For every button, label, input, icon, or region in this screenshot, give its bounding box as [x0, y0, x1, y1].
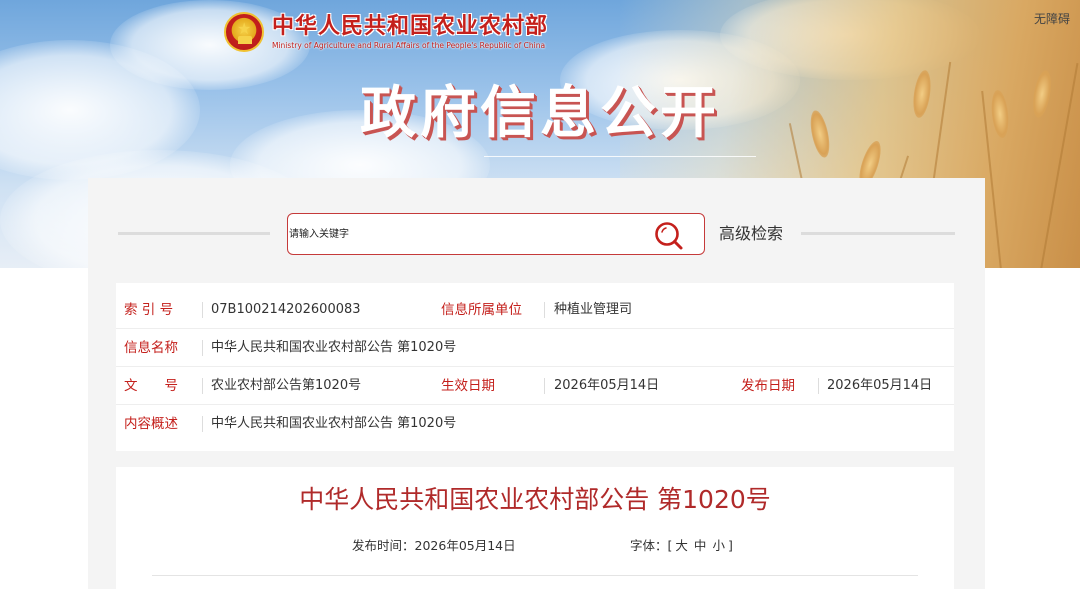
site-logo[interactable]: ★ 中华人民共和国农业农村部 Ministry of Agriculture a…	[224, 12, 548, 52]
content-summary-value: 中华人民共和国农业农村部公告 第1020号	[211, 416, 457, 431]
font-size-medium[interactable]: 中	[694, 538, 707, 553]
publish-date-label: 发布日期	[741, 378, 795, 394]
search-section: 高级检索	[88, 178, 985, 278]
info-name-label: 信息名称	[124, 340, 178, 356]
column-divider	[544, 302, 545, 318]
accessibility-link[interactable]: 无障碍	[1034, 10, 1070, 27]
article-divider	[152, 575, 918, 576]
content-summary-label: 内容概述	[124, 416, 178, 432]
article-panel: 中华人民共和国农业农村部公告 第1020号 发布时间：2026年05月14日 字…	[116, 467, 954, 589]
info-row: 内容概述 中华人民共和国农业农村部公告 第1020号	[116, 405, 954, 443]
font-size-large[interactable]: 大	[675, 538, 688, 553]
gate-icon	[238, 36, 252, 44]
column-divider	[544, 378, 545, 394]
logo-english-name: Ministry of Agriculture and Rural Affair…	[272, 41, 546, 50]
info-row: 信息名称 中华人民共和国农业农村部公告 第1020号	[116, 329, 954, 367]
font-size-selector: 字体：[大中小]	[630, 537, 733, 555]
column-divider	[202, 416, 203, 432]
document-number-label: 文 号	[124, 378, 178, 394]
info-unit-label: 信息所属单位	[441, 302, 522, 318]
main-content: 高级检索 索 引 号 07B100214202600083 信息所属单位 种植业…	[88, 178, 985, 589]
info-row: 文 号 农业农村部公告第1020号 生效日期 2026年05月14日 发布日期 …	[116, 367, 954, 405]
search-input[interactable]	[289, 215, 649, 253]
publish-time-value: 2026年05月14日	[414, 538, 516, 553]
column-divider	[818, 378, 819, 394]
search-icon[interactable]	[654, 221, 684, 251]
font-size-small[interactable]: 小	[712, 538, 725, 553]
advanced-search-link[interactable]: 高级检索	[719, 223, 783, 245]
info-name-value: 中华人民共和国农业农村部公告 第1020号	[211, 340, 457, 355]
star-icon: ★	[237, 19, 252, 38]
banner-divider	[484, 156, 756, 157]
column-divider	[202, 378, 203, 394]
column-divider	[202, 340, 203, 356]
search-box	[287, 213, 705, 255]
font-size-label: 字体：	[630, 538, 668, 553]
bracket-open: [	[667, 538, 673, 553]
info-unit-value: 种植业管理司	[554, 302, 633, 317]
bracket-close: ]	[727, 538, 733, 553]
info-table: 索 引 号 07B100214202600083 信息所属单位 种植业管理司 信…	[116, 283, 954, 451]
info-row: 索 引 号 07B100214202600083 信息所属单位 种植业管理司	[116, 291, 954, 329]
column-divider	[202, 302, 203, 318]
search-divider-right	[801, 232, 955, 235]
national-emblem-icon: ★	[224, 12, 264, 52]
publish-date-value: 2026年05月14日	[827, 378, 933, 393]
publish-time-label: 发布时间：	[352, 538, 415, 553]
effective-date-label: 生效日期	[441, 378, 495, 394]
page-banner-title: 政府信息公开	[360, 81, 720, 146]
search-divider-left	[118, 232, 270, 235]
logo-chinese-name: 中华人民共和国农业农村部	[272, 14, 549, 39]
index-number-label: 索 引 号	[124, 302, 174, 318]
article-title: 中华人民共和国农业农村部公告 第1020号	[299, 485, 771, 514]
article-publish-time: 发布时间：2026年05月14日	[352, 537, 516, 555]
document-number-value: 农业农村部公告第1020号	[211, 378, 362, 393]
effective-date-value: 2026年05月14日	[554, 378, 660, 393]
index-number-value: 07B100214202600083	[211, 302, 361, 317]
